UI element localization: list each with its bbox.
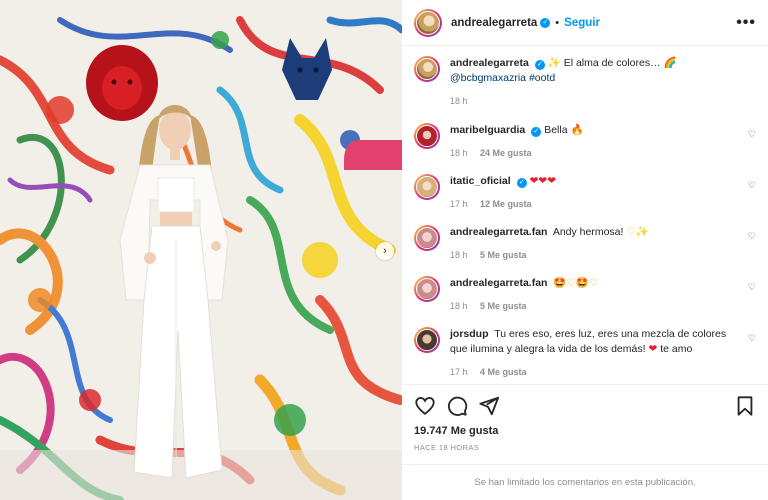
comment-item: itatic_oficial ✓ ❤❤❤ 17 h 12 Me gusta ♡ (414, 174, 756, 212)
comment-emoji: ❤❤❤ (529, 175, 557, 187)
comment-time: 17 h (450, 367, 468, 377)
comment-like-heart-icon[interactable]: ♡ (748, 180, 756, 191)
comment-likes[interactable]: 4 Me gusta (480, 367, 527, 377)
comment-like-heart-icon[interactable]: ♡ (748, 231, 756, 242)
caption-meta: 18 h (450, 94, 738, 109)
comment-likes[interactable]: 12 Me gusta (480, 199, 532, 209)
post-header: andrealegarreta ✓ • Seguir ••• (402, 0, 768, 46)
avatar[interactable] (414, 225, 440, 251)
next-photo-button[interactable]: › (376, 242, 394, 260)
post-details-panel: andrealegarreta ✓ • Seguir ••• andrealeg… (402, 0, 768, 500)
comment-likes[interactable]: 5 Me gusta (480, 301, 527, 311)
comment-like-heart-icon[interactable]: ♡ (748, 333, 756, 344)
share-icon[interactable] (478, 395, 500, 417)
comment-text: Bella (544, 124, 568, 136)
post-time-ago: HACE 18 HORAS (414, 443, 480, 452)
verified-badge-icon: ✓ (531, 127, 542, 137)
comment-meta: 18 h 24 Me gusta (450, 146, 738, 161)
avatar[interactable] (414, 327, 440, 353)
caption-tags[interactable]: @bcbgmaxazria #ootd (450, 72, 555, 84)
likes-count[interactable]: 19.747 Me gusta (414, 425, 756, 437)
caption-username[interactable]: andrealegarreta (450, 57, 529, 69)
lion-sculpture (86, 45, 158, 121)
comments-limited-notice: Se han limitado los comentarios en esta … (402, 464, 768, 500)
comment-emoji: ❤ (648, 343, 658, 355)
more-options-icon[interactable]: ••• (736, 14, 756, 32)
comment-item: jorsdup Tu eres eso, eres luz, eres una … (414, 327, 756, 380)
comment-username[interactable]: itatic_oficial (450, 175, 511, 187)
verified-badge-icon: ✓ (534, 60, 545, 70)
comment-item: andrealegarreta.fan Andy hermosa! ♡✨ 18 … (414, 225, 756, 263)
action-icons (414, 393, 756, 419)
comment-username[interactable]: andrealegarreta.fan (450, 277, 547, 289)
chevron-right-icon: › (383, 245, 387, 257)
comments-list[interactable]: andrealegarreta ✓ ✨ El alma de colores… 🌈… (402, 46, 768, 384)
verified-badge-icon: ✓ (540, 17, 551, 28)
post-modal: › andrealegarreta ✓ • Seguir ••• andreal… (0, 0, 768, 500)
photo-artwork (0, 0, 402, 500)
comment-likes[interactable]: 24 Me gusta (480, 148, 532, 158)
avatar[interactable] (414, 276, 440, 302)
comment-time: 17 h (450, 199, 468, 209)
separator-dot: • (555, 16, 560, 29)
comment-username[interactable]: maribelguardia (450, 124, 525, 136)
avatar[interactable] (414, 174, 440, 200)
post-actions: 19.747 Me gusta HACE 18 HORAS (402, 384, 768, 452)
comment-username[interactable]: andrealegarreta.fan (450, 226, 547, 238)
comment-time: 18 h (450, 148, 468, 158)
comment-icon[interactable] (446, 395, 468, 417)
comment-likes[interactable]: 5 Me gusta (480, 250, 527, 260)
comment-time: 18 h (450, 301, 468, 311)
heart-icon[interactable] (414, 395, 436, 417)
post-photo[interactable]: › (0, 0, 402, 500)
caption: andrealegarreta ✓ ✨ El alma de colores… 🌈… (414, 56, 756, 109)
comment-emoji: ♡✨ (626, 226, 649, 238)
follow-button[interactable]: Seguir (564, 17, 600, 29)
comment-item: maribelguardia ✓ Bella 🔥 18 h 24 Me gusta… (414, 123, 756, 161)
avatar[interactable] (414, 123, 440, 149)
comment-username[interactable]: jorsdup (450, 328, 489, 340)
comment-meta: 17 h 4 Me gusta (450, 365, 738, 380)
avatar[interactable] (414, 8, 442, 37)
comment-text: Andy hermosa! (552, 226, 624, 238)
comment-like-heart-icon[interactable]: ♡ (748, 129, 756, 140)
post-author-username[interactable]: andrealegarreta (451, 17, 537, 29)
verified-badge-icon: ✓ (516, 178, 527, 188)
comment-text-after: te amo (660, 343, 693, 355)
bookmark-icon[interactable] (734, 395, 756, 417)
comment-meta: 18 h 5 Me gusta (450, 299, 738, 314)
comment-emoji: 🔥 (570, 124, 584, 136)
comment-like-heart-icon[interactable]: ♡ (748, 282, 756, 293)
comment-meta: 18 h 5 Me gusta (450, 248, 738, 263)
comment-emoji: 🤩♡🤩♡ (553, 277, 599, 289)
caption-time: 18 h (450, 96, 468, 106)
comment-meta: 17 h 12 Me gusta (450, 197, 738, 212)
comment-item: andrealegarreta.fan 🤩♡🤩♡ 18 h 5 Me gusta… (414, 276, 756, 314)
caption-text: ✨ El alma de colores… 🌈 (547, 57, 677, 69)
comment-time: 18 h (450, 250, 468, 260)
avatar[interactable] (414, 56, 440, 82)
